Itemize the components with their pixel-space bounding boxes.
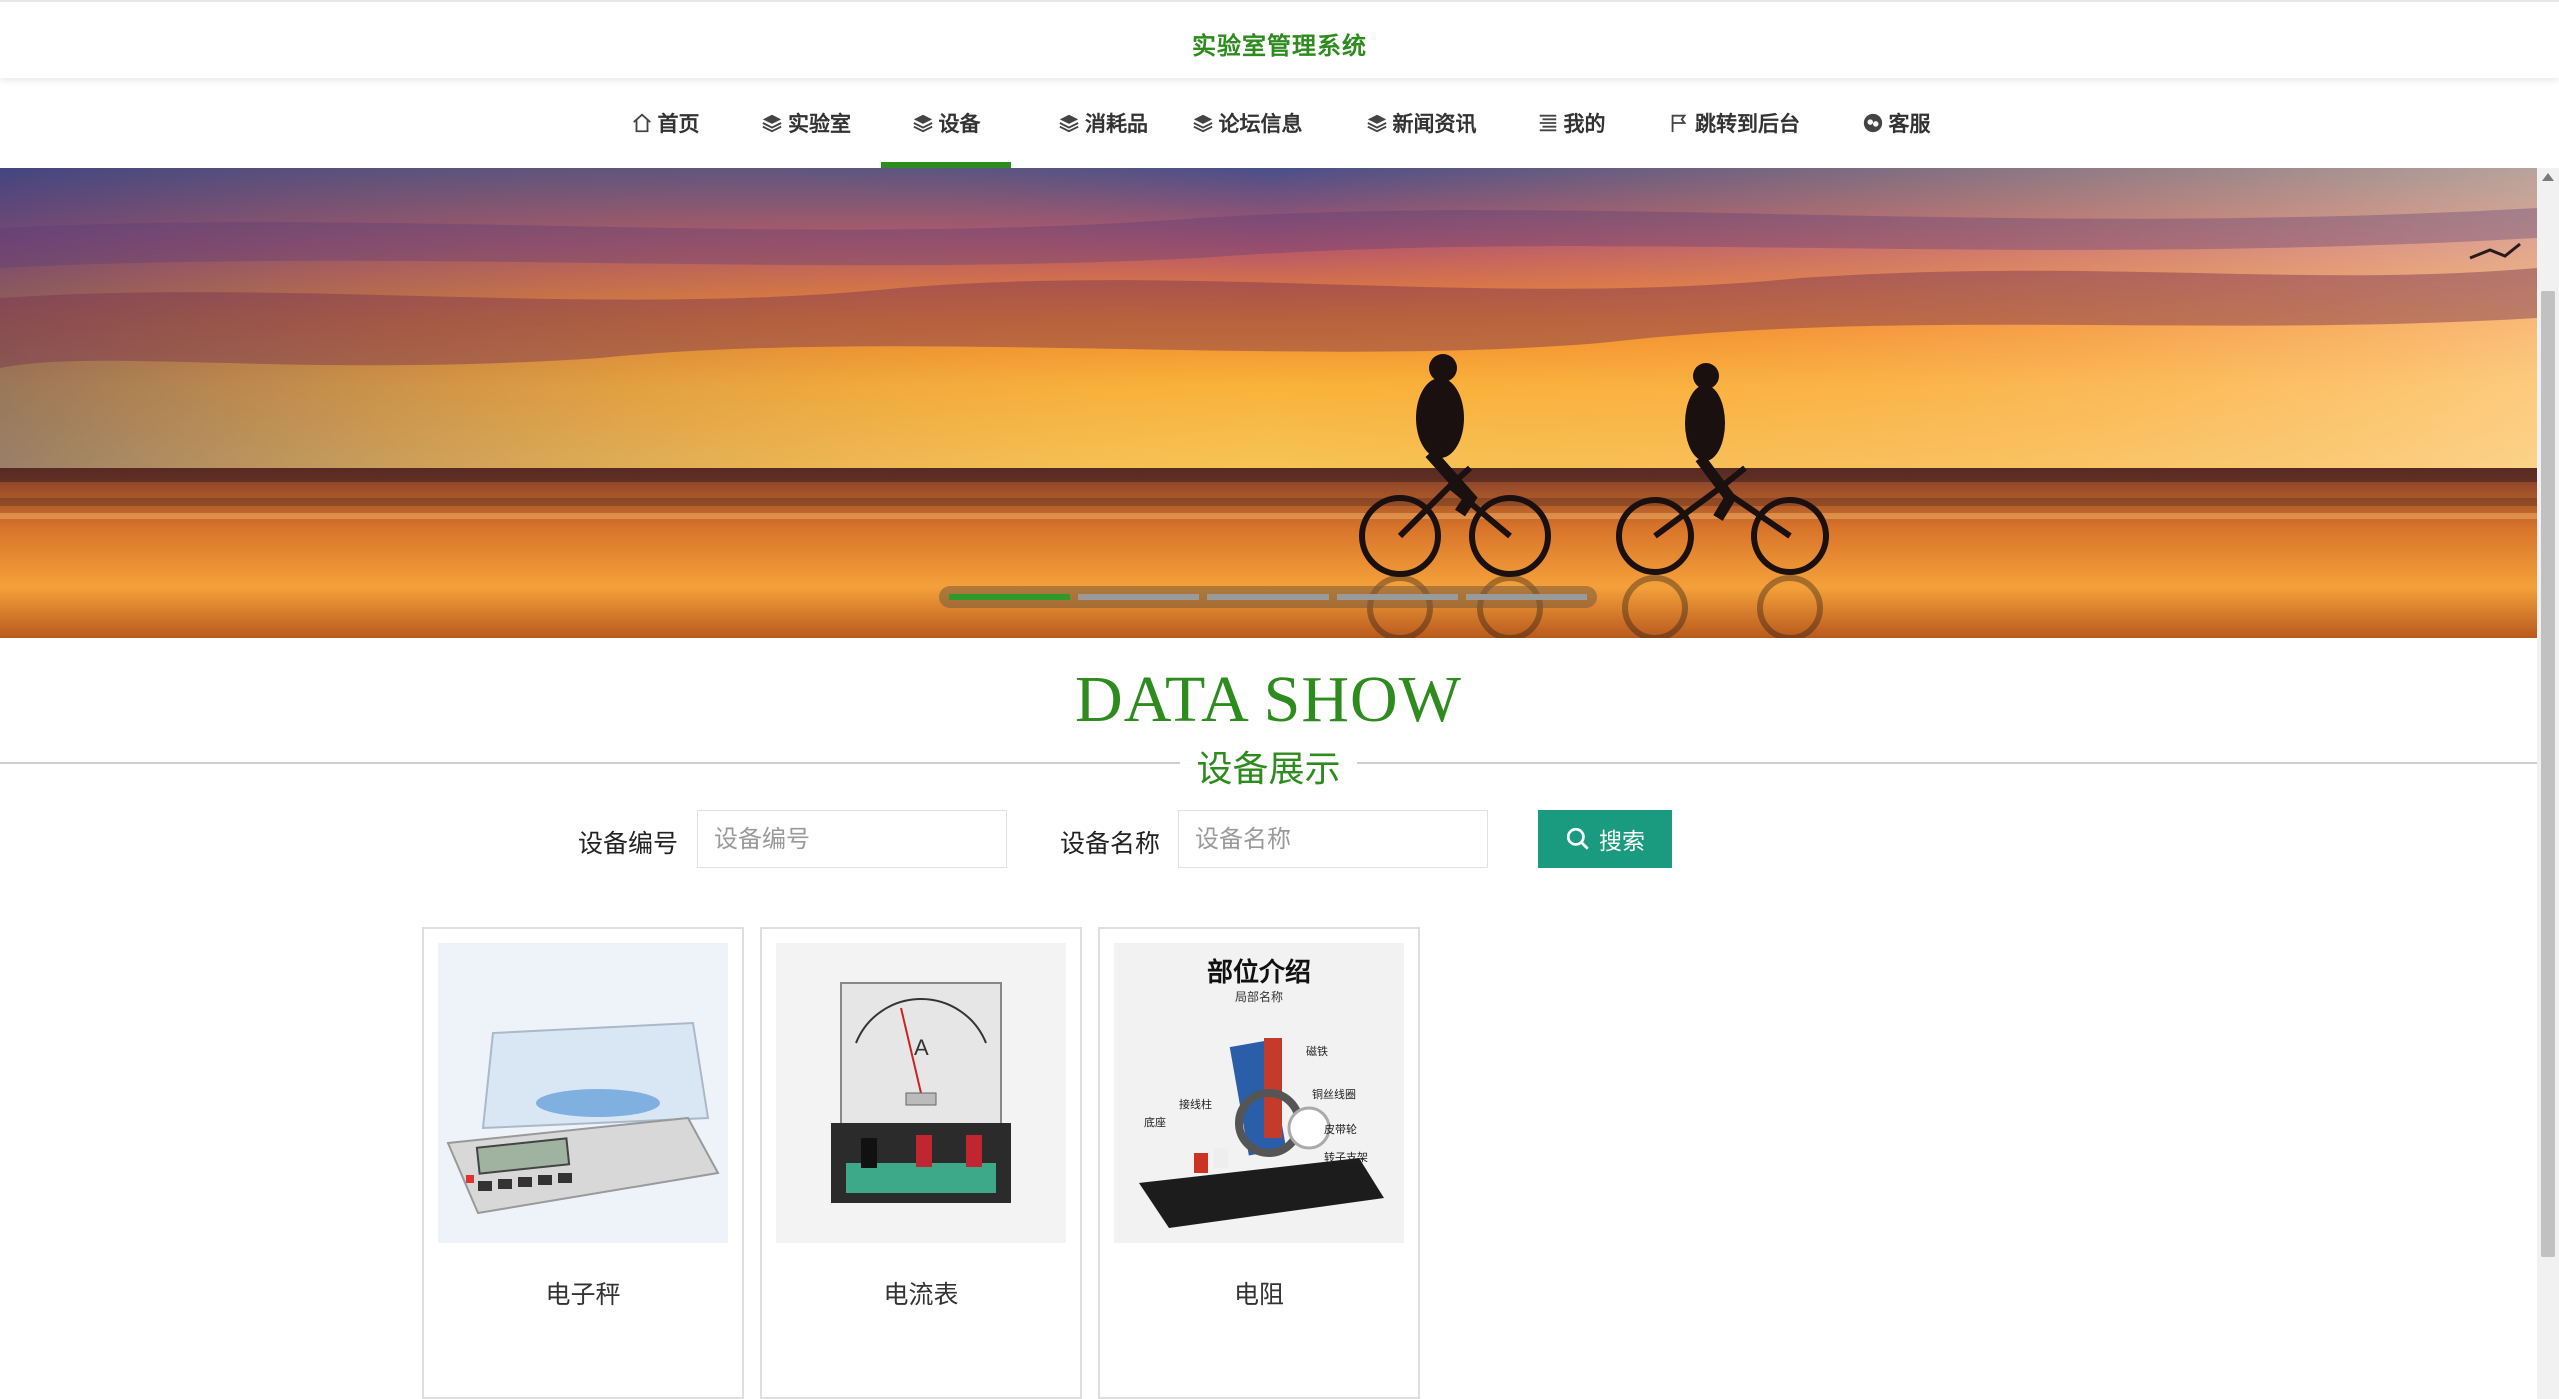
nav-item-label: 我的	[1563, 112, 1606, 136]
svg-text:转子支架: 转子支架	[1324, 1150, 1368, 1164]
svg-text:接线柱: 接线柱	[1179, 1097, 1212, 1111]
hero-banner[interactable]	[0, 168, 2537, 638]
section-title-cn-wrap: 设备展示	[0, 740, 2537, 792]
nav-item-forum[interactable]: 论坛信息	[1186, 78, 1308, 168]
search-button[interactable]: 搜索	[1538, 810, 1672, 868]
nav-item-label: 设备	[938, 112, 981, 136]
nav-item-label: 消耗品	[1085, 112, 1148, 136]
device-image: A	[776, 943, 1066, 1243]
slider-indicators	[939, 586, 1597, 608]
section-title-en: DATA SHOW	[1075, 663, 1462, 736]
chat-icon	[1863, 113, 1882, 133]
svg-text:A: A	[914, 1035, 929, 1060]
nav-item-lab[interactable]: 实验室	[750, 78, 862, 168]
svg-text:底座: 底座	[1144, 1115, 1166, 1129]
device-card[interactable]: 部位介绍 局部名称 磁铁 铜丝线圈 皮带轮 转子支架 接线柱 底座 电阻	[1098, 927, 1420, 1399]
slide-indicator-5[interactable]	[1465, 594, 1588, 600]
nav-item-label: 实验室	[788, 112, 851, 136]
scroll-thumb[interactable]	[2541, 291, 2555, 1257]
device-name: 电阻	[1233, 1280, 1284, 1309]
slide-indicator-2[interactable]	[1078, 594, 1200, 600]
nav-item-support[interactable]: 客服	[1856, 78, 1936, 168]
device-name-input[interactable]	[1178, 810, 1488, 868]
slide-indicator-1[interactable]	[949, 594, 1071, 600]
menu-lines-icon	[1539, 114, 1556, 132]
scale-image	[438, 943, 728, 1243]
sunset-cyclists-image	[0, 168, 2537, 638]
nav-item-label: 客服	[1888, 112, 1931, 136]
layers-icon	[1192, 114, 1213, 133]
svg-text:部位介绍: 部位介绍	[1207, 957, 1311, 988]
svg-text:铜丝线圈: 铜丝线圈	[1312, 1087, 1356, 1101]
motor-model-image: 部位介绍 局部名称 磁铁 铜丝线圈 皮带轮 转子支架 接线柱 底座	[1114, 943, 1404, 1243]
main-nav: 首页 实验室 设备 消耗品 论坛信息 新闻资讯 我的 跳转到后台 客服	[0, 78, 2559, 168]
nav-item-news[interactable]: 新闻资讯	[1360, 78, 1482, 168]
nav-item-mine[interactable]: 我的	[1532, 78, 1610, 168]
device-card[interactable]: A 电流表	[760, 927, 1082, 1399]
search-button-label: 搜索	[1599, 829, 1645, 855]
device-name-label: 设备名称	[1060, 829, 1161, 858]
device-name: 电流表	[883, 1280, 959, 1309]
device-image	[438, 943, 728, 1243]
nav-item-label: 首页	[657, 112, 700, 136]
slide-indicator-3[interactable]	[1207, 594, 1329, 600]
nav-item-label: 论坛信息	[1218, 112, 1303, 136]
nav-item-device[interactable]: 设备	[881, 78, 1011, 168]
nav-item-admin[interactable]: 跳转到后台	[1664, 78, 1804, 168]
site-title: 实验室管理系统	[1192, 32, 1367, 60]
device-card[interactable]: 电子秤	[422, 927, 744, 1399]
nav-item-home[interactable]: 首页	[620, 78, 710, 168]
device-number-input[interactable]	[697, 810, 1007, 868]
nav-item-label: 新闻资讯	[1392, 112, 1477, 136]
layers-icon	[1366, 114, 1387, 133]
device-number-label: 设备编号	[578, 829, 679, 858]
top-header: 实验室管理系统	[0, 0, 2559, 78]
home-icon	[632, 113, 651, 133]
device-image: 部位介绍 局部名称 磁铁 铜丝线圈 皮带轮 转子支架 接线柱 底座	[1114, 943, 1404, 1243]
layers-icon	[1059, 114, 1079, 133]
flag-icon	[1671, 114, 1687, 133]
scroll-up-arrow-icon[interactable]	[2542, 173, 2554, 181]
layers-icon	[912, 114, 933, 133]
section-title-cn: 设备展示	[1180, 749, 1357, 790]
nav-item-consumables[interactable]: 消耗品	[1033, 78, 1173, 168]
ammeter-image: A	[776, 943, 1066, 1243]
svg-text:磁铁: 磁铁	[1306, 1045, 1328, 1058]
svg-text:皮带轮: 皮带轮	[1324, 1122, 1357, 1136]
layers-icon	[762, 114, 782, 133]
search-bar: 设备编号 设备名称 搜索	[0, 810, 2537, 868]
page-scrollbar[interactable]	[2537, 168, 2559, 1399]
svg-text:局部名称: 局部名称	[1235, 989, 1283, 1004]
slide-indicator-4[interactable]	[1336, 594, 1458, 600]
search-icon	[1566, 827, 1589, 850]
nav-item-label: 跳转到后台	[1695, 112, 1800, 136]
device-name: 电子秤	[545, 1280, 621, 1309]
